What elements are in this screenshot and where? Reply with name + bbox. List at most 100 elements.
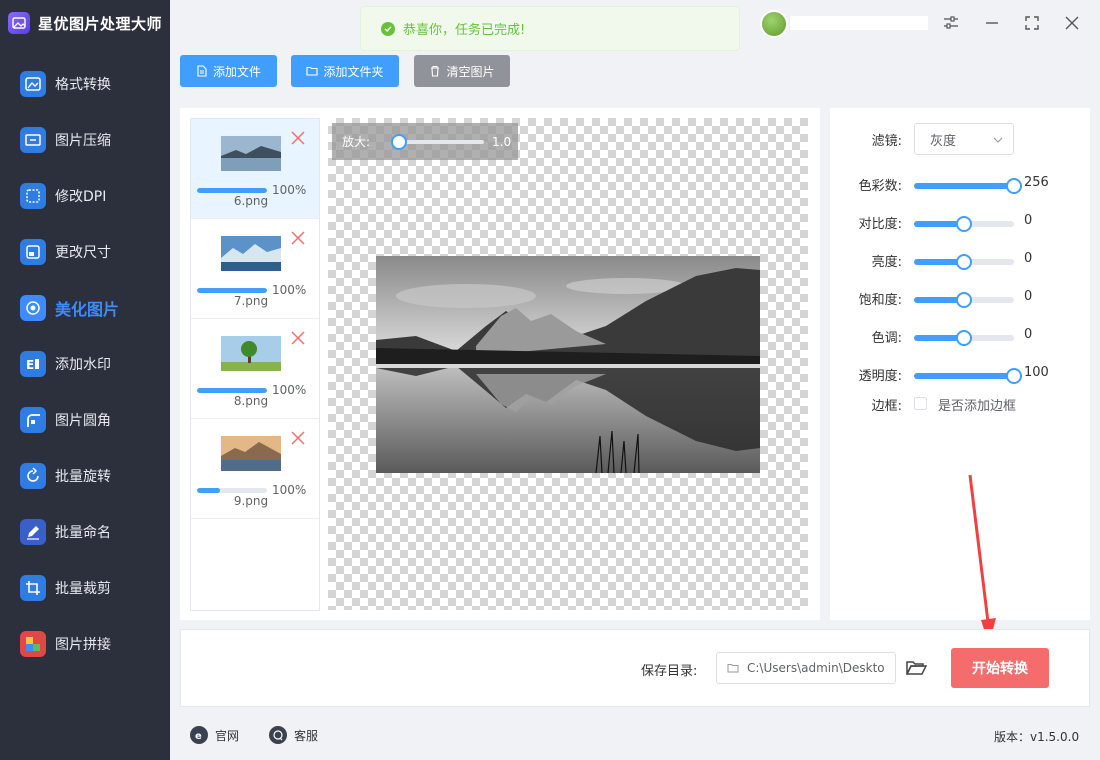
filter-select[interactable]: 灰度: [914, 123, 1014, 155]
ie-icon: e: [190, 726, 208, 744]
sidebar-item-label: 修改DPI: [55, 189, 107, 205]
sidebar-item-image-convert[interactable]: 格式转换: [0, 56, 170, 112]
support-label: 客服: [294, 728, 319, 743]
save-path-value: C:\Users\admin\Deskto: [747, 661, 885, 675]
check-circle-icon: [381, 21, 395, 36]
open-folder-icon[interactable]: [905, 658, 927, 678]
version-text: 版本：v1.5.0.0: [994, 730, 1080, 744]
slider-thumb[interactable]: [1006, 178, 1022, 194]
close-icon[interactable]: [1061, 12, 1083, 34]
slider-label: 色彩数:: [858, 179, 902, 194]
file-progress-bar: [197, 388, 267, 393]
adjust-slider[interactable]: [914, 254, 1014, 270]
settings-sliders-icon[interactable]: [940, 12, 962, 34]
slider-thumb[interactable]: [956, 292, 972, 308]
slider-value: 100: [1024, 365, 1049, 380]
trash-icon: [431, 65, 440, 77]
sidebar-item-watermark[interactable]: E 添加水印: [0, 336, 170, 392]
zoom-value: 1.0: [492, 135, 512, 149]
red-arrow-annotation: [968, 474, 996, 645]
sidebar-item-label: 批量裁剪: [55, 581, 111, 597]
sidebar-item-resize[interactable]: 更改尺寸: [0, 224, 170, 280]
file-name: 9.png: [233, 494, 269, 508]
file-thumbnail: [221, 436, 281, 471]
avatar[interactable]: [760, 10, 788, 38]
sidebar-item-dpi[interactable]: 修改DPI: [0, 168, 170, 224]
file-progress-fill: [197, 388, 267, 393]
slider-value: 0: [1024, 213, 1033, 228]
sidebar-item-label: 格式转换: [55, 77, 111, 93]
success-toast: 恭喜你，任务已完成!: [360, 6, 740, 51]
delete-icon[interactable]: [291, 331, 305, 345]
slider-label: 饱和度:: [858, 293, 902, 308]
website-label: 官网: [215, 728, 240, 743]
delete-icon[interactable]: [291, 431, 305, 445]
clear-images-button[interactable]: 清空图片: [414, 55, 510, 87]
sidebar-item-round-corner[interactable]: 图片圆角: [0, 392, 170, 448]
maximize-icon[interactable]: [1021, 12, 1043, 34]
sidebar-item-rotate[interactable]: 批量旋转: [0, 448, 170, 504]
adjust-slider[interactable]: [914, 330, 1014, 346]
adjust-slider[interactable]: [914, 368, 1022, 384]
slider-fill: [914, 373, 1014, 379]
slider-label: 对比度:: [858, 217, 902, 232]
file-list-item[interactable]: 100% 6.png: [191, 119, 319, 219]
sidebar-item-rename[interactable]: 批量命名: [0, 504, 170, 560]
border-checkbox-label: 是否添加边框: [938, 399, 1017, 414]
sidebar-item-beautify[interactable]: 美化图片: [0, 280, 170, 336]
slider-value: 0: [1024, 327, 1033, 342]
adjust-slider[interactable]: [914, 216, 1014, 232]
dpi-icon: [20, 183, 46, 209]
sidebar-item-image-compress[interactable]: 图片压缩: [0, 112, 170, 168]
zoom-label: 放大:: [342, 135, 371, 149]
filter-select-value: 灰度: [930, 133, 957, 149]
file-list-item[interactable]: 100% 8.png: [191, 319, 319, 419]
slider-thumb[interactable]: [956, 216, 972, 232]
app-logo-icon: [8, 12, 30, 34]
app-title: 星优图片处理大师: [38, 14, 163, 33]
delete-icon[interactable]: [291, 231, 305, 245]
add-folder-label: 添加文件夹: [323, 64, 384, 79]
chevron-down-icon: [993, 137, 1003, 143]
app-header: 星优图片处理大师: [0, 0, 170, 46]
delete-icon[interactable]: [291, 131, 305, 145]
file-name: 8.png: [233, 394, 269, 408]
file-list-item[interactable]: 100% 7.png: [191, 219, 319, 319]
website-link[interactable]: e 官网: [190, 726, 239, 744]
adjust-slider[interactable]: [914, 178, 1022, 194]
start-convert-button[interactable]: 开始转换: [951, 648, 1049, 688]
file-thumbnail: [221, 336, 281, 371]
file-name: 7.png: [233, 294, 269, 308]
add-folder-button[interactable]: 添加文件夹: [291, 55, 399, 87]
sidebar-item-crop[interactable]: 批量裁剪: [0, 560, 170, 616]
file-list-item[interactable]: 100% 9.png: [191, 419, 319, 519]
sidebar-item-label: 更改尺寸: [55, 245, 111, 261]
file-icon: [197, 65, 207, 77]
slider-thumb[interactable]: [956, 254, 972, 270]
puzzle-icon: [20, 631, 46, 657]
slider-value: 0: [1024, 289, 1033, 304]
rotate-icon: [20, 463, 46, 489]
filter-label: 滤镜:: [871, 134, 902, 149]
file-list[interactable]: 100% 6.png 100% 7.png 100% 8.png 100% 9.png: [190, 118, 320, 611]
save-path-field[interactable]: C:\Users\admin\Deskto: [716, 652, 896, 684]
file-progress-bar: [197, 188, 267, 193]
sidebar-item-label: 图片圆角: [55, 413, 111, 429]
support-link[interactable]: 客服: [269, 726, 318, 744]
file-progress-bar: [197, 288, 267, 293]
slider-thumb[interactable]: [956, 330, 972, 346]
minimize-icon[interactable]: [981, 12, 1003, 34]
file-progress-bar: [197, 488, 267, 493]
slider-thumb[interactable]: [1006, 368, 1022, 384]
folder-icon: [727, 664, 739, 673]
round-corner-icon: [20, 407, 46, 433]
sidebar: 星优图片处理大师 格式转换图片压缩修改DPI 更改尺寸美化图片 E 添加水印图片圆角批…: [0, 0, 170, 760]
border-checkbox[interactable]: [914, 397, 927, 410]
svg-text:E: E: [26, 358, 34, 372]
add-file-button[interactable]: 添加文件: [180, 55, 277, 87]
zoom-slider-thumb[interactable]: [390, 134, 407, 150]
adjust-slider[interactable]: [914, 292, 1014, 308]
zoom-slider-track[interactable]: [394, 140, 484, 144]
sidebar-item-puzzle[interactable]: 图片拼接: [0, 616, 170, 672]
file-progress-fill: [197, 488, 221, 493]
